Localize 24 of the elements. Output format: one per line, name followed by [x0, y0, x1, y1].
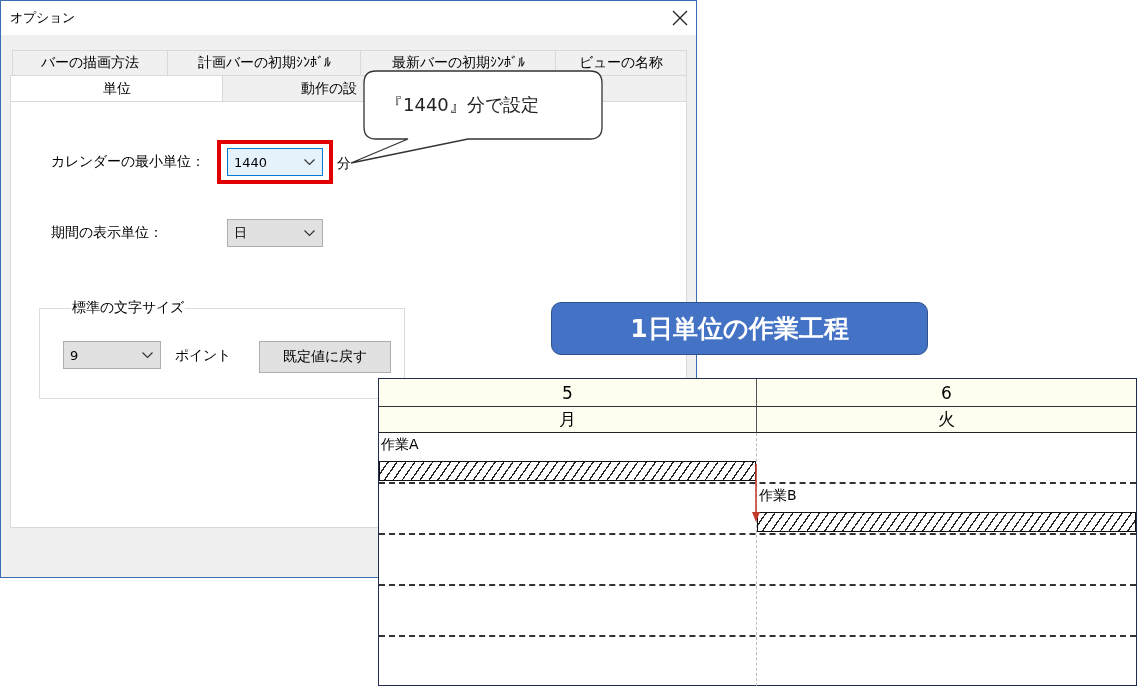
tab[interactable]: ビューの名称 — [555, 50, 687, 75]
font-size-dropdown[interactable]: 9 — [63, 341, 161, 369]
window-title: オプション — [10, 9, 75, 27]
close-icon[interactable] — [672, 10, 688, 26]
unit-label: 分 — [337, 155, 351, 173]
group-title: 標準の文字サイズ — [71, 299, 185, 317]
weekday-header-cell: 火 — [757, 407, 1136, 433]
chevron-down-icon — [142, 351, 153, 359]
unit-dropdown[interactable]: 日 — [227, 219, 323, 247]
tab[interactable]: 単位 — [10, 75, 223, 101]
reset-default-button[interactable]: 既定値に戻す — [259, 341, 391, 373]
field-label: カレンダーの最小単位： — [51, 153, 206, 171]
task-label: 作業A — [381, 436, 419, 453]
date-header-cell: 6 — [757, 379, 1136, 407]
date-header-cell: 5 — [379, 379, 757, 407]
weekday-header-cell: 月 — [379, 407, 757, 433]
task-label: 作業B — [759, 487, 797, 504]
field-label: 期間の表示単位： — [51, 224, 164, 242]
chevron-down-icon — [304, 229, 315, 237]
title-badge: 1日単位の作業工程 — [551, 302, 928, 355]
unit-dropdown[interactable]: 1440 — [227, 148, 323, 176]
chevron-down-icon — [304, 158, 315, 166]
unit-label: ポイント — [175, 347, 231, 365]
tab[interactable]: バーの描画方法 — [12, 50, 168, 75]
